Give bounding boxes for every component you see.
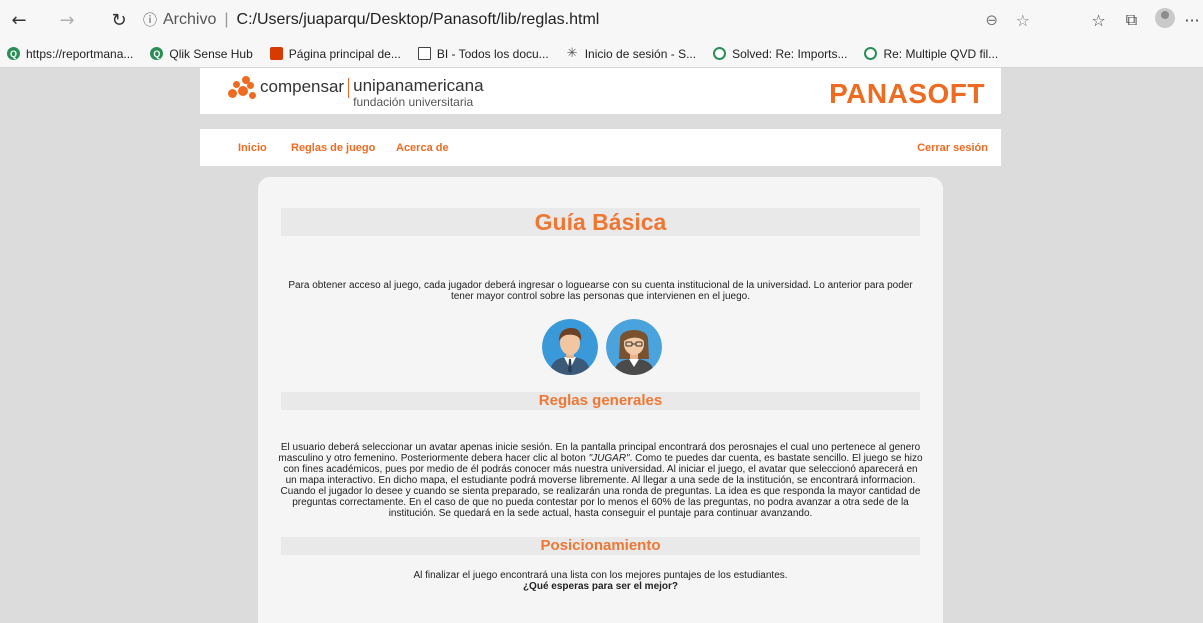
back-button[interactable]: ←: [4, 5, 34, 35]
qlik-icon: Q: [150, 47, 164, 60]
more-icon[interactable]: ···: [1181, 11, 1203, 30]
intro-text: Para obtener acceso al juego, cada jugad…: [288, 280, 913, 302]
logout-link[interactable]: Cerrar sesión: [917, 142, 988, 154]
bookmark-label: Qlik Sense Hub: [169, 46, 253, 61]
qlik-community-icon: [864, 47, 878, 60]
bookmark-label: Página principal de...: [288, 46, 401, 61]
bookmark-label: https://reportmana...: [26, 46, 134, 61]
page-title: Guía Básica: [281, 208, 920, 236]
forward-button[interactable]: →: [52, 5, 82, 35]
content-card: Guía Básica Para obtener acceso al juego…: [258, 177, 943, 623]
ranking-text: Al finalizar el juego encontrará una lis…: [413, 570, 788, 581]
back-arrow-icon: ←: [11, 9, 27, 31]
favorites-icon[interactable]: ☆: [1082, 11, 1115, 30]
bookmark-item[interactable]: ✳ Inicio de sesión - S...: [566, 46, 697, 61]
spark-icon: ✳: [566, 46, 578, 61]
bookmark-label: Solved: Re: Imports...: [732, 46, 848, 61]
bookmarks-bar: Qhttps://reportmana... Q Qlik Sense Hub P…: [0, 40, 1203, 68]
rules-heading: Reglas generales: [281, 392, 920, 410]
profile-button[interactable]: [1148, 8, 1181, 32]
logo-divider: [348, 78, 350, 98]
bookmark-label: Inicio de sesión - S...: [584, 46, 697, 61]
browser-toolbar: ← → ↻ ⓘ Archivo | C:/Users/juaparqu/Desk…: [0, 0, 1203, 40]
ranking-heading: Posicionamiento: [281, 537, 920, 555]
compensar-logo: compensar unipanamericana fundación univ…: [228, 76, 484, 109]
university-name: unipanamericana fundación universitaria: [353, 76, 483, 109]
bookmark-label: Re: Multiple QVD fil...: [883, 46, 999, 61]
brand-text: compensar: [260, 77, 345, 96]
nav-about-link[interactable]: Acerca de: [396, 142, 449, 154]
bookmark-item[interactable]: Página principal de...: [269, 46, 401, 61]
bookmark-item[interactable]: Q Qlik Sense Hub: [150, 46, 253, 61]
protocol-label: Archivo: [163, 11, 217, 28]
bookmark-item[interactable]: Qhttps://reportmana...: [7, 47, 133, 61]
bookmark-item[interactable]: Solved: Re: Imports...: [713, 47, 847, 61]
ranking-cta: ¿Qué esperas para ser el mejor?: [522, 581, 679, 592]
document-icon: [417, 47, 431, 60]
bookmark-label: BI - Todos los docu...: [436, 46, 549, 61]
address-separator: |: [224, 11, 229, 28]
qlik-icon: Q: [7, 47, 20, 60]
university-line2: fundación universitaria: [353, 95, 474, 109]
qlik-community-icon: [713, 47, 727, 60]
zoom-icon[interactable]: ⊖: [985, 11, 998, 29]
site-header: compensar unipanamericana fundación univ…: [200, 68, 1001, 114]
browser-right-buttons: ☆ ⧉ ···: [1082, 5, 1203, 35]
add-favorite-star-icon[interactable]: ☆: [1016, 11, 1030, 30]
compensar-dots-icon: [228, 76, 258, 100]
url-text[interactable]: C:/Users/juaparqu/Desktop/Panasoft/lib/r…: [237, 11, 600, 29]
profile-avatar-icon: [1154, 8, 1175, 28]
main-nav: Inicio Reglas de juego Acerca de Cerrar …: [200, 129, 1001, 166]
reload-button[interactable]: ↻: [104, 5, 134, 35]
forward-arrow-icon: →: [59, 9, 75, 31]
nav-rules-link[interactable]: Reglas de juego: [291, 142, 375, 154]
info-icon[interactable]: ⓘ: [143, 10, 157, 30]
app-title: PANASOFT: [829, 78, 985, 109]
male-avatar-icon[interactable]: [542, 319, 598, 375]
office-icon: [269, 47, 283, 60]
collections-icon[interactable]: ⧉: [1115, 10, 1148, 30]
rules-text: El usuario deberá seleccionar un avatar …: [278, 442, 923, 519]
address-bar[interactable]: ⓘ Archivo | C:/Users/juaparqu/Desktop/Pa…: [133, 5, 1038, 35]
female-avatar-icon[interactable]: [606, 319, 662, 375]
jugar-emphasis: "JUGAR": [588, 453, 630, 464]
university-line1: unipanamericana: [353, 76, 484, 95]
bookmark-item[interactable]: Re: Multiple QVD fil...: [864, 47, 998, 61]
nav-home-link[interactable]: Inicio: [238, 142, 267, 154]
reload-icon: ↻: [111, 9, 127, 31]
bookmark-item[interactable]: BI - Todos los docu...: [417, 46, 549, 61]
